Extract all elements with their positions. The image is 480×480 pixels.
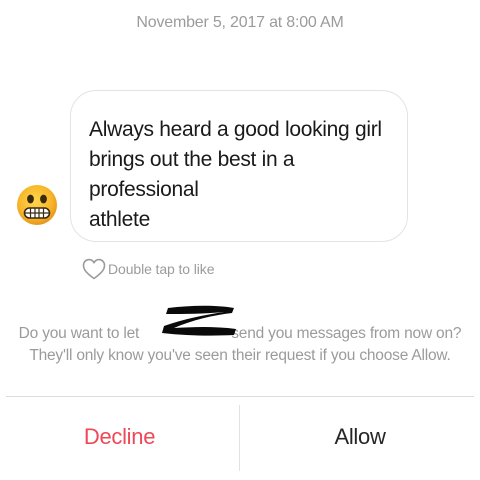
message-line-1: Always heard a good looking girl (89, 118, 382, 141)
heart-outline-icon (82, 258, 106, 280)
message-timestamp: November 5, 2017 at 8:00 AM (136, 14, 344, 31)
message-bubble[interactable]: Always heard a good looking girl brings … (70, 90, 408, 242)
sender-avatar[interactable] (16, 184, 58, 226)
message-request-screen: November 5, 2017 at 8:00 AM Always heard… (0, 0, 480, 480)
request-prompt-suffix: send you messages from now on? (231, 325, 462, 342)
message-line-2: brings out the best in a professional (89, 148, 295, 201)
message-line-3: athlete (89, 208, 150, 231)
allow-button[interactable]: Allow (240, 397, 480, 477)
double-tap-like-hint[interactable]: Double tap to like (82, 256, 214, 282)
decline-button[interactable]: Decline (0, 397, 239, 477)
incoming-message-row: Always heard a good looking girl brings … (14, 90, 434, 250)
like-hint-label: Double tap to like (108, 261, 215, 277)
request-prompt-prefix: Do you want to let (18, 325, 144, 342)
grimacing-face-emoji-icon (17, 185, 57, 225)
redaction-scribble (162, 305, 236, 336)
request-prompt-line-2: They'll only know you've seen their requ… (29, 347, 451, 364)
